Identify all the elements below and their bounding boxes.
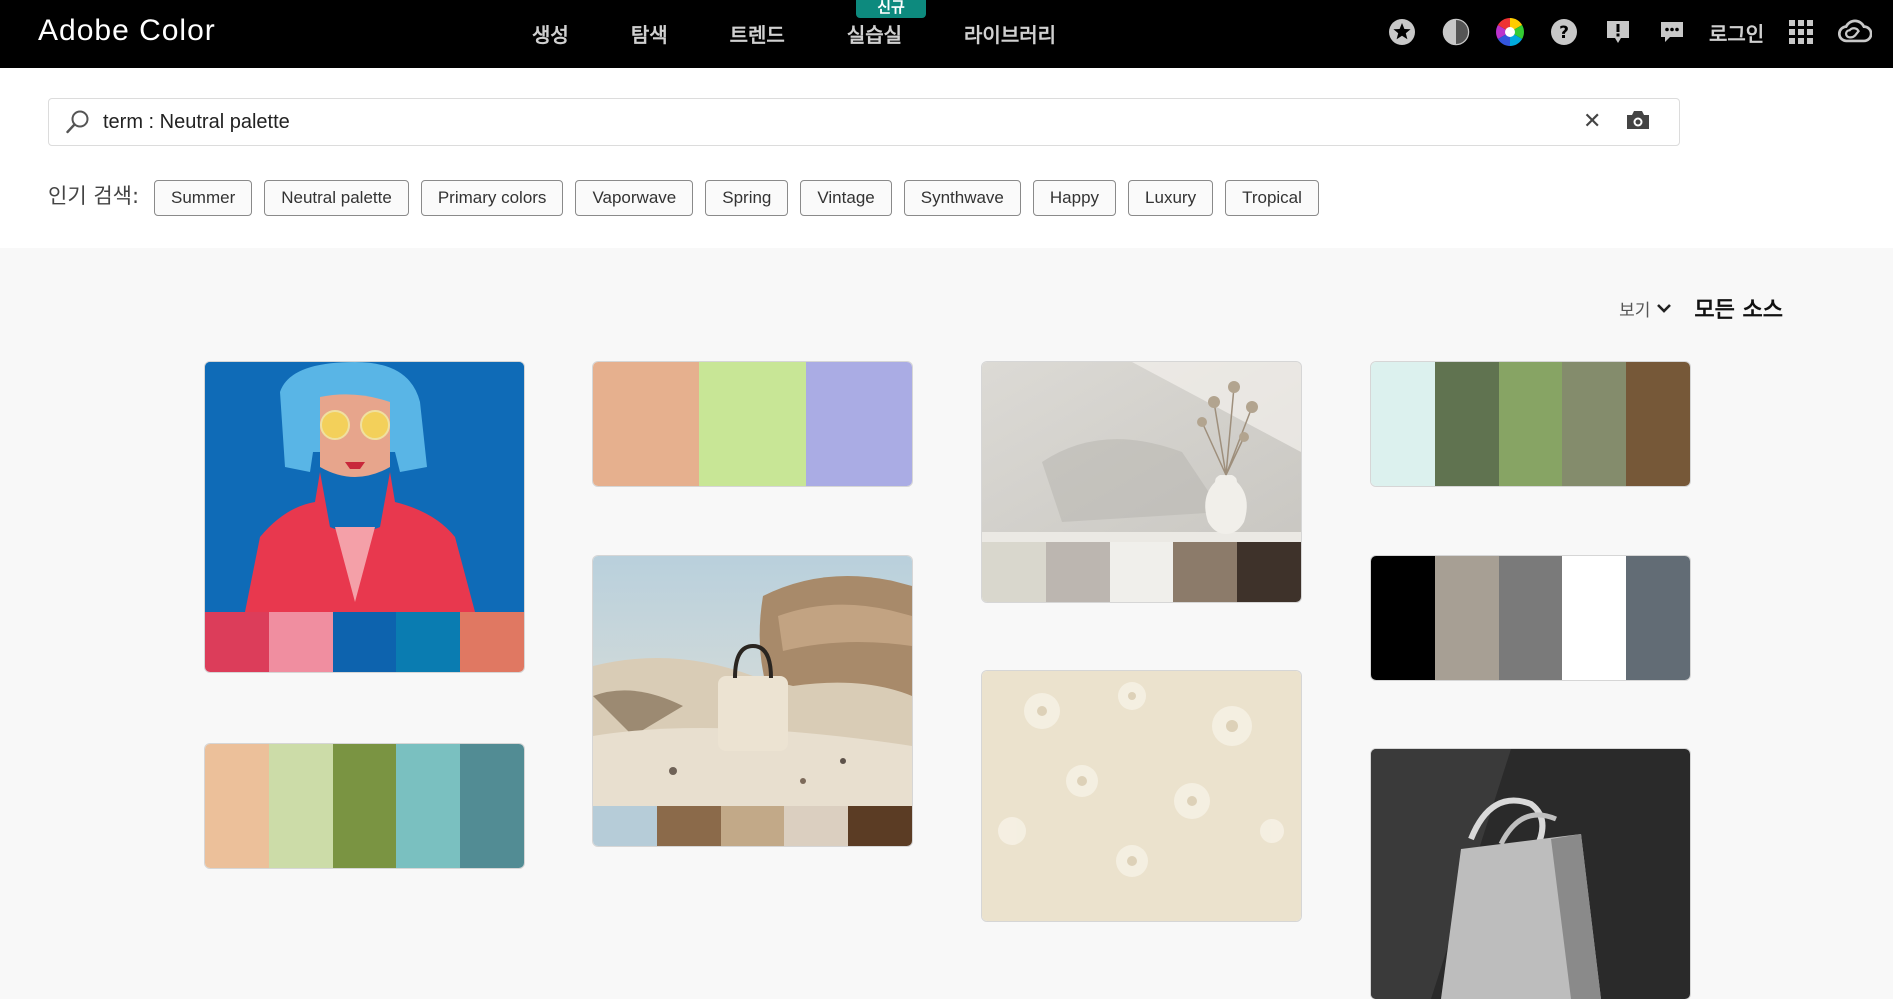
color-swatch <box>1371 362 1435 486</box>
color-swatch <box>656 806 721 846</box>
popular-searches-label: 인기 검색: <box>48 184 140 208</box>
color-swatch <box>332 744 397 868</box>
color-swatches <box>593 806 912 846</box>
popular-tag[interactable]: Spring <box>705 180 789 216</box>
svg-text:?: ? <box>1559 23 1569 43</box>
color-swatch <box>396 744 461 868</box>
color-swatch <box>460 612 524 672</box>
search-input[interactable] <box>103 99 1583 145</box>
color-wheel-icon[interactable] <box>1493 15 1527 49</box>
color-swatch <box>205 612 269 672</box>
nav-explore[interactable]: 탐색 <box>631 19 668 48</box>
app-logo[interactable]: Adobe Color <box>38 14 216 48</box>
main-nav: 생성 탐색 트렌드 실습실 라이브러리 <box>532 19 1118 48</box>
color-swatches <box>593 362 912 486</box>
star-icon[interactable] <box>1385 15 1419 49</box>
nav-lab[interactable]: 실습실 <box>847 19 902 48</box>
result-card[interactable] <box>1371 749 1690 999</box>
color-swatch <box>805 362 912 486</box>
creative-cloud-icon[interactable] <box>1838 15 1873 49</box>
popular-tag[interactable]: Luxury <box>1128 180 1214 216</box>
login-button[interactable]: 로그인 <box>1709 18 1764 47</box>
color-swatches <box>205 612 524 672</box>
camera-search-icon[interactable] <box>1625 109 1651 135</box>
chat-icon[interactable] <box>1655 15 1689 49</box>
color-swatch <box>593 806 657 846</box>
color-swatch <box>1626 556 1690 680</box>
result-card[interactable] <box>1371 556 1690 680</box>
top-bar: Adobe Color 생성 탐색 트렌드 실습실 라이브러리 신규 ? 로그인 <box>0 0 1893 68</box>
source-filter[interactable]: 모든 소스 <box>1694 292 1783 324</box>
popular-tag[interactable]: Happy <box>1032 180 1117 216</box>
color-swatch <box>699 362 806 486</box>
feedback-icon[interactable] <box>1601 15 1635 49</box>
color-swatch <box>1237 542 1301 602</box>
popular-tag[interactable]: Summer <box>154 180 253 216</box>
popular-tag[interactable]: Tropical <box>1225 180 1319 216</box>
help-icon[interactable]: ? <box>1547 15 1581 49</box>
result-card[interactable] <box>982 362 1301 602</box>
color-swatch <box>1173 542 1238 602</box>
clear-search-button[interactable]: ✕ <box>1583 109 1601 134</box>
apps-grid-icon[interactable] <box>1784 15 1818 49</box>
color-swatch <box>1626 362 1690 486</box>
color-swatch <box>720 806 785 846</box>
chevron-down-icon[interactable] <box>1656 299 1672 318</box>
color-swatch <box>848 806 912 846</box>
color-swatch <box>784 806 849 846</box>
result-card[interactable] <box>1371 362 1690 486</box>
popular-tag[interactable]: Vaporwave <box>575 180 694 216</box>
view-label: 보기 <box>1619 300 1651 321</box>
color-swatch <box>396 612 461 672</box>
result-card[interactable] <box>205 744 524 868</box>
popular-tag[interactable]: Synthwave <box>903 180 1021 216</box>
color-swatches <box>1371 556 1690 680</box>
result-card[interactable] <box>982 671 1301 921</box>
color-swatch <box>268 612 333 672</box>
search-section: ✕ 인기 검색: Summer Neutral palette Primary … <box>0 68 1893 248</box>
new-badge: 신규 <box>856 0 926 18</box>
popular-tag[interactable]: Vintage <box>800 180 892 216</box>
result-image <box>593 556 912 806</box>
sort-bar: 보기 모든 소스 <box>1619 292 1783 324</box>
color-swatch <box>1371 556 1435 680</box>
color-swatch <box>1498 362 1563 486</box>
color-swatch <box>1562 556 1627 680</box>
header-icons: ? 로그인 <box>1385 15 1892 49</box>
popular-tag[interactable]: Primary colors <box>420 180 564 216</box>
color-swatch <box>1434 556 1499 680</box>
color-swatch <box>1562 362 1627 486</box>
result-image <box>982 362 1301 542</box>
color-swatch <box>593 362 700 486</box>
result-image <box>982 671 1301 921</box>
color-swatch <box>460 744 524 868</box>
color-swatches <box>205 744 524 868</box>
popular-tags: Summer Neutral palette Primary colors Va… <box>154 180 1331 216</box>
color-swatch <box>332 612 397 672</box>
result-card[interactable] <box>205 362 524 672</box>
result-image <box>205 362 524 612</box>
nav-trends[interactable]: 트렌드 <box>730 19 785 48</box>
color-swatches <box>1371 362 1690 486</box>
color-swatch <box>1498 556 1563 680</box>
popular-tag[interactable]: Neutral palette <box>264 180 409 216</box>
color-swatch <box>268 744 333 868</box>
nav-create[interactable]: 생성 <box>532 19 569 48</box>
color-swatch <box>1045 542 1110 602</box>
nav-library[interactable]: 라이브러리 <box>964 19 1056 48</box>
result-image <box>1371 749 1690 999</box>
search-icon <box>65 109 91 139</box>
color-swatches <box>982 542 1301 602</box>
contrast-icon[interactable] <box>1439 15 1473 49</box>
color-swatch <box>205 744 269 868</box>
color-swatch <box>982 542 1046 602</box>
result-card[interactable] <box>593 556 912 846</box>
search-box: ✕ <box>48 98 1680 146</box>
color-swatch <box>1434 362 1499 486</box>
result-card[interactable] <box>593 362 912 486</box>
color-swatch <box>1109 542 1174 602</box>
